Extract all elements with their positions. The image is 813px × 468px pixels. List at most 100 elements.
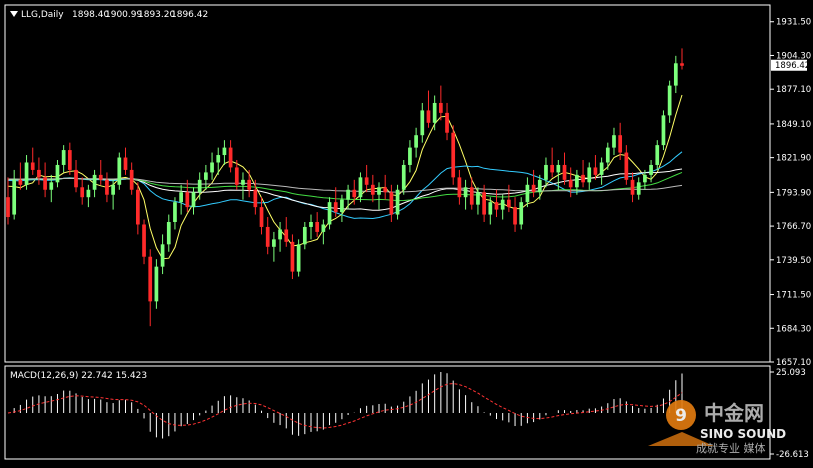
candle-body	[80, 187, 85, 198]
candle-body	[513, 207, 517, 225]
candle-body	[426, 110, 431, 123]
candle-body	[383, 187, 388, 193]
candle-body	[148, 256, 153, 302]
candle-body	[680, 63, 684, 66]
ohlc-open: 1898.40	[72, 10, 109, 20]
last-price-tag: 1896.42	[771, 59, 810, 71]
watermark-brand-cn: 中金网	[704, 401, 764, 425]
candle-body	[191, 192, 196, 208]
candle-body	[154, 266, 159, 302]
watermark-slogan: 成就专业 媒体	[696, 441, 766, 455]
candle-body	[222, 147, 227, 156]
candle-body	[18, 179, 23, 185]
price-axis-label: 1711.50	[776, 291, 811, 301]
candle-body	[290, 241, 295, 272]
candle-body	[265, 226, 270, 247]
candle-body	[117, 157, 122, 185]
candle-body	[346, 189, 350, 200]
macd-label: MACD(12,26,9) 22.742 15.423	[10, 371, 147, 381]
candle-body	[166, 222, 171, 245]
candle-body	[414, 135, 418, 148]
candle-body	[142, 224, 146, 257]
candle-body	[105, 179, 109, 195]
candle-body	[135, 189, 140, 225]
candle-body	[618, 135, 623, 153]
candle-body	[123, 157, 128, 170]
candle-body	[401, 164, 406, 190]
candle-body	[216, 155, 221, 163]
candle-body	[655, 145, 660, 165]
price-axis-label: 1766.70	[776, 222, 811, 232]
price-axis-label: 1877.10	[776, 85, 811, 95]
candle-body	[531, 184, 536, 193]
candle-body	[61, 150, 66, 165]
candle-body	[358, 177, 363, 198]
candle-body	[278, 229, 282, 240]
candle-body	[624, 152, 629, 180]
candle-body	[179, 192, 183, 203]
candle-body	[253, 189, 258, 208]
candle-body	[333, 202, 338, 213]
candle-body	[661, 115, 666, 146]
candle-body	[173, 202, 177, 223]
candle-body	[24, 162, 29, 185]
candle-body	[581, 174, 585, 183]
candle-body	[463, 187, 468, 198]
price-axis-label: 1739.50	[776, 256, 811, 266]
candle-body	[673, 63, 678, 86]
price-axis-label: 1931.50	[776, 18, 811, 28]
ohlc-high: 1900.99	[105, 10, 142, 20]
candle-body	[438, 102, 443, 113]
candle-body	[92, 174, 97, 190]
candle-body	[544, 164, 548, 180]
candle-body	[302, 226, 307, 245]
candle-body	[643, 174, 647, 183]
candle-body	[469, 187, 474, 205]
candle-body	[575, 174, 579, 188]
candle-body	[550, 164, 555, 173]
candle-body	[129, 169, 134, 190]
candle-body	[482, 192, 486, 215]
candle-body	[12, 179, 17, 215]
candle-body	[599, 162, 604, 175]
candle-body	[476, 192, 480, 205]
candle-body	[420, 110, 425, 136]
candle-body	[593, 167, 598, 175]
candle-body	[259, 207, 264, 227]
candle-body	[43, 177, 47, 190]
symbol-label: LLG,Daily	[21, 10, 64, 20]
candle-body	[389, 192, 394, 215]
price-axis-label: 1684.30	[776, 324, 811, 334]
candle-body	[636, 182, 641, 195]
chart-background	[0, 0, 813, 464]
candle-body	[364, 177, 369, 185]
candle-body	[500, 199, 505, 210]
ohlc-low: 1893.20	[138, 10, 175, 20]
candle-body	[98, 174, 103, 180]
candle-body	[494, 202, 499, 210]
candle-body	[272, 239, 276, 247]
candle-body	[210, 162, 214, 173]
candle-body	[86, 189, 91, 198]
price-axis-label: 1793.90	[776, 188, 811, 198]
candle-body	[6, 197, 10, 218]
candle-body	[327, 202, 332, 225]
candle-body	[321, 224, 326, 232]
candle-body	[197, 179, 202, 193]
candle-body	[37, 169, 41, 178]
candle-body	[352, 189, 357, 198]
candle-body	[228, 147, 233, 168]
candle-body	[630, 179, 635, 195]
candle-body	[377, 187, 381, 195]
logo-glyph-icon: 9	[675, 406, 687, 426]
candle-body	[525, 184, 530, 203]
trading-chart: LLG,Daily 1898.40 1900.99 1893.20 1896.4…	[0, 0, 813, 464]
candle-body	[340, 199, 344, 213]
candle-body	[488, 202, 493, 215]
candle-body	[49, 182, 54, 190]
candle-body	[519, 202, 524, 225]
candle-body	[55, 164, 60, 183]
candle-body	[451, 132, 456, 178]
candle-body	[667, 85, 672, 116]
candle-body	[185, 192, 190, 208]
